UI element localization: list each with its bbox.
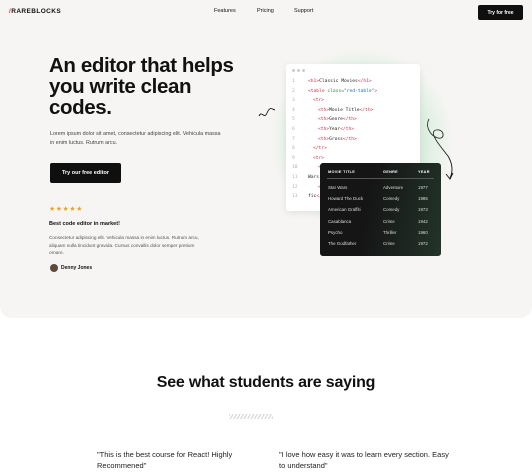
nav-pricing[interactable]: Pricing xyxy=(257,8,274,14)
code-text: <table class="red-table"> xyxy=(308,89,377,94)
code-token: </tr> xyxy=(313,146,327,152)
logo[interactable]: /RAREBLOCKS xyxy=(9,8,61,15)
code-token: Gross xyxy=(329,136,343,142)
code-text: <tr> xyxy=(313,156,324,161)
line-number: 8 xyxy=(292,146,295,152)
code-token: <table xyxy=(308,88,325,94)
table-cell: The Godfather xyxy=(328,241,357,246)
review-body: Consectetur adipiscing elit. Vehicula ma… xyxy=(49,235,199,255)
code-token: </th> xyxy=(359,107,374,113)
code-text: Wars xyxy=(308,175,319,180)
table-cell: 1977 xyxy=(418,185,428,190)
line-number: 2 xyxy=(292,88,295,94)
code-text: <th>Genre</th> xyxy=(318,117,357,122)
code-token: <th> xyxy=(318,117,330,123)
table-cell: Comedy xyxy=(383,207,400,213)
table-cell: Thriller xyxy=(383,229,397,235)
line-number: 12 xyxy=(292,184,298,190)
hero-subtext: Lorem ipsum dolor sit amet, consectetur … xyxy=(50,131,221,146)
line-number: 10 xyxy=(292,165,298,171)
table-header-title: MOVIE TITLE xyxy=(328,170,356,174)
code-token: <tr> xyxy=(313,155,325,161)
code-token: Genre xyxy=(329,117,343,123)
table-cell: 1960 xyxy=(418,229,428,235)
nav-features[interactable]: Features xyxy=(214,8,236,14)
code-text: <tr> xyxy=(313,98,324,103)
table-header-genre: GENRE xyxy=(383,170,399,174)
code-token: <h1> xyxy=(308,79,320,84)
reviewer-name: Denny Jones xyxy=(61,265,93,271)
line-number: 4 xyxy=(292,107,295,113)
decorative-stripe xyxy=(229,414,273,419)
table-cell: 1973 xyxy=(418,207,428,213)
code-token: </h1> xyxy=(357,79,372,84)
squiggle-icon xyxy=(258,108,276,117)
code-token: Classic Movies xyxy=(319,79,358,84)
code-token: > xyxy=(374,88,378,94)
code-text: </tr> xyxy=(313,146,327,151)
line-number: 6 xyxy=(292,127,295,132)
code-text: <th>Year</th> xyxy=(318,127,354,132)
table-divider xyxy=(327,178,434,179)
code-text: <th>Gross</th> xyxy=(318,137,357,142)
code-token: <th> xyxy=(318,136,330,142)
code-token: Movie Title xyxy=(329,107,360,113)
table-cell: Adventure xyxy=(383,185,404,190)
line-number: 3 xyxy=(292,98,295,104)
table-cell: 1986 xyxy=(418,196,428,202)
window-dots-icon xyxy=(292,69,305,72)
table-cell: Crime xyxy=(383,241,395,246)
student-quote-1: "This is the best course for React! High… xyxy=(97,450,233,470)
code-token: </th> xyxy=(342,136,357,142)
avatar xyxy=(50,264,58,272)
code-token: "red-table" xyxy=(343,88,375,94)
code-token: <th> xyxy=(318,107,330,113)
code-token: class= xyxy=(324,88,344,94)
rating-stars-icon: ★★★★★ xyxy=(49,206,83,213)
code-token: </th> xyxy=(342,117,357,123)
table-cell: 1972 xyxy=(418,241,428,246)
table-cell: Casablanca xyxy=(328,218,352,224)
student-quote-2: "I love how easy it was to learn every s… xyxy=(279,450,449,470)
code-token: </th> xyxy=(340,127,354,132)
line-number: 11 xyxy=(292,175,298,180)
table-cell: American Graffiti xyxy=(328,207,361,213)
code-token: <tr> xyxy=(313,98,325,104)
table-cell: 1942 xyxy=(418,218,428,224)
code-token: <th> xyxy=(318,127,330,132)
try-for-free-button[interactable]: Try for free xyxy=(478,5,523,20)
table-cell: Psycho xyxy=(328,229,343,235)
line-number: 13 xyxy=(292,194,298,200)
line-number: 7 xyxy=(292,136,295,142)
hero-headline: An editor that helps you write clean cod… xyxy=(49,54,234,119)
table-header-year: YEAR xyxy=(418,170,430,174)
code-text: <h1>Classic Movies</h1> xyxy=(308,79,372,84)
code-text: <th>Movie Title</th> xyxy=(318,108,373,113)
code-token: Year xyxy=(329,127,341,132)
table-cell: Star Wars xyxy=(328,185,348,190)
line-number: 9 xyxy=(292,155,295,161)
nav-support[interactable]: Support xyxy=(294,8,313,14)
try-free-editor-button[interactable]: Try our free editor xyxy=(50,163,121,183)
code-token: Wars xyxy=(308,175,320,180)
line-number: 5 xyxy=(292,117,295,123)
review-title: Best code editor in market! xyxy=(49,221,120,227)
table-cell: Crime xyxy=(383,218,395,224)
line-number: 1 xyxy=(292,79,295,84)
table-cell: Howard The Duck xyxy=(328,196,364,202)
movie-table: MOVIE TITLE GENRE YEAR Star Wars Adventur… xyxy=(320,163,441,256)
students-section-title: See what students are saying xyxy=(156,374,376,391)
table-cell: Comedy xyxy=(383,196,400,202)
